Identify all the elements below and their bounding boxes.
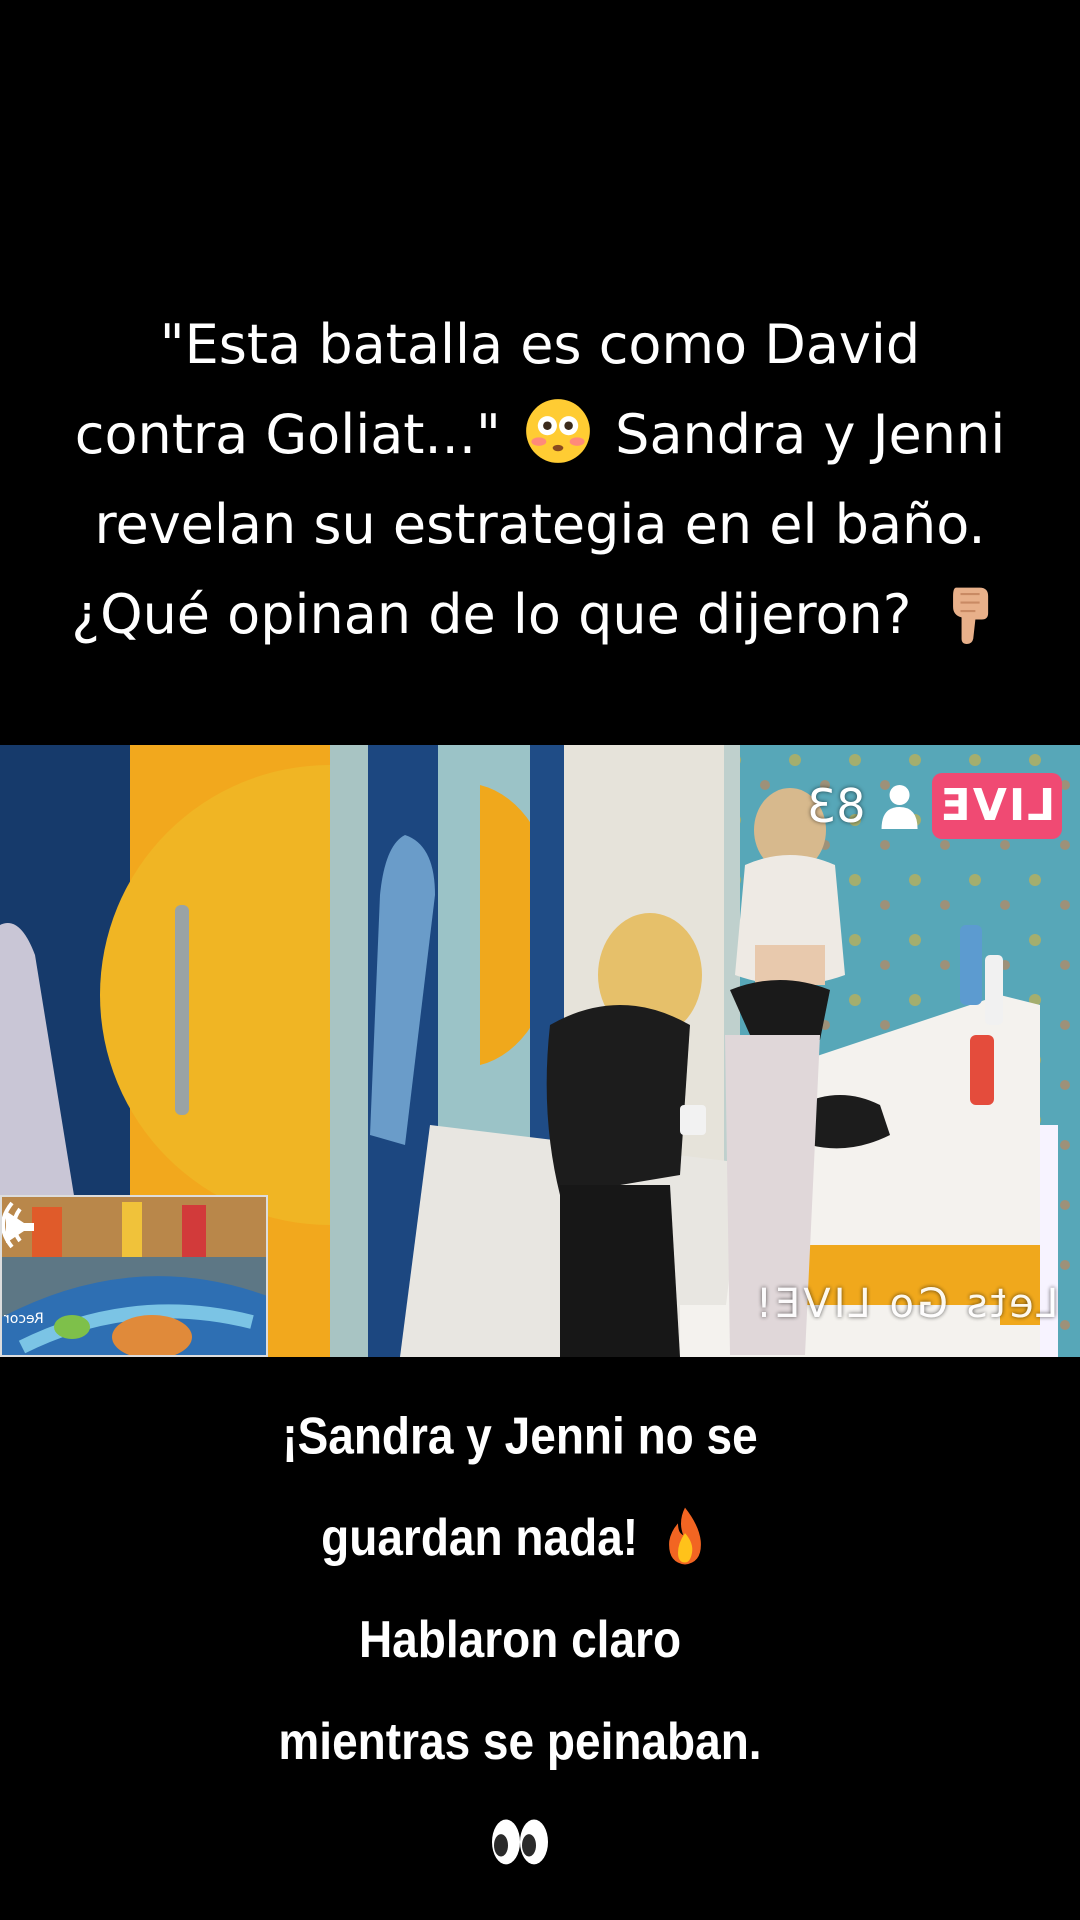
viewer-count: 83 bbox=[807, 773, 920, 839]
footer-line-1: ¡Sandra y Jenni no se bbox=[282, 1406, 758, 1465]
footer-line-4: mientras se peinaban. bbox=[278, 1712, 762, 1771]
eyes-icon bbox=[492, 1819, 548, 1865]
footer-line-3: Hablaron claro bbox=[358, 1610, 682, 1669]
pip-label: Recor bbox=[4, 1311, 44, 1327]
live-video-frame[interactable]: LIVE 83 Lets Go LIVE! Recor bbox=[0, 745, 1080, 1357]
sound-icon[interactable] bbox=[2, 1197, 68, 1253]
footer-line-5 bbox=[0, 1793, 1040, 1895]
watermark-text: Lets Go LIVE! bbox=[752, 1281, 1058, 1327]
caption-line-3: revelan su estrategia en el baño. bbox=[94, 493, 986, 556]
footer-line-2-text: guardan nada! bbox=[321, 1508, 639, 1567]
fire-icon bbox=[668, 1507, 701, 1565]
caption-line-2-part-2: Sandra y Jenni bbox=[615, 403, 1006, 466]
caption-line-4-text: ¿Qué opinan de lo que dijeron? bbox=[71, 583, 912, 646]
flushed-face-emoji-icon bbox=[526, 399, 590, 463]
footer-line-2: guardan nada! bbox=[0, 1487, 1040, 1589]
pointing-down-hand-icon bbox=[952, 587, 988, 644]
footer-caption: ¡Sandra y Jenni no se guardan nada! Habl… bbox=[0, 1385, 1040, 1895]
caption-line-2: contra Goliat..." Sandra y Jenni bbox=[40, 390, 1040, 480]
person-icon bbox=[882, 785, 918, 829]
live-badge: LIVE bbox=[932, 773, 1062, 839]
caption-line-4: ¿Qué opinan de lo que dijeron? bbox=[40, 570, 1040, 660]
picture-in-picture[interactable]: Recor bbox=[0, 1195, 268, 1357]
caption-line-2-part-1: contra Goliat..." bbox=[74, 403, 501, 466]
header-caption: "Esta batalla es como David contra Golia… bbox=[40, 300, 1040, 660]
caption-line-1: "Esta batalla es como David bbox=[159, 313, 921, 376]
viewer-count-number: 83 bbox=[807, 779, 866, 833]
